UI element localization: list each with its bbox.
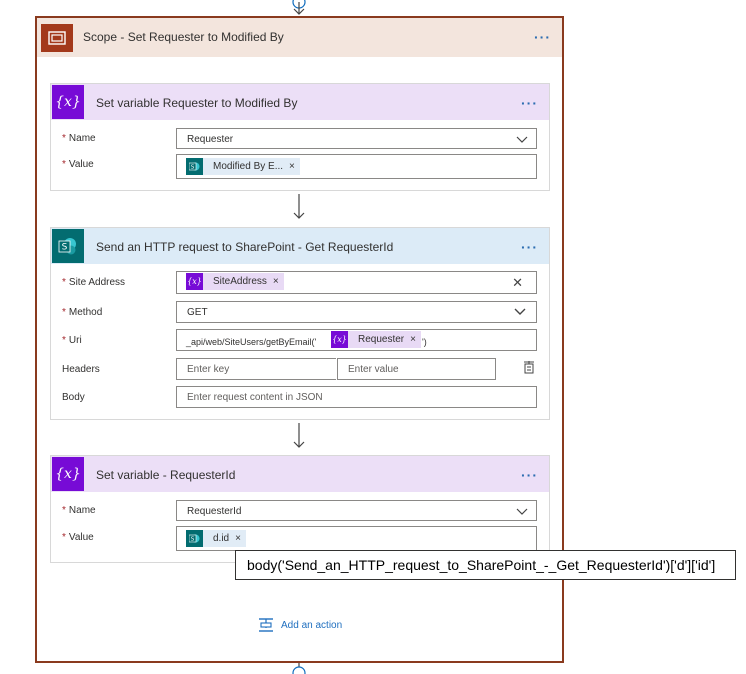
token-remove-icon[interactable]: × bbox=[410, 334, 421, 345]
token-remove-icon[interactable]: × bbox=[235, 533, 246, 544]
card-title: Set variable - RequesterId bbox=[96, 468, 236, 482]
switch-to-text-mode-icon[interactable] bbox=[523, 361, 535, 374]
uri-prefix-text: _api/web/SiteUsers/getByEmail(' bbox=[186, 337, 317, 347]
arrow-down-icon bbox=[293, 423, 305, 448]
expression-tooltip: body('Send_an_HTTP_request_to_SharePoint… bbox=[235, 550, 736, 580]
value-label: * Value bbox=[62, 159, 94, 170]
add-action-icon bbox=[259, 618, 273, 632]
value-input[interactable]: S Modified By E... × bbox=[176, 154, 537, 179]
method-value: GET bbox=[187, 307, 208, 318]
scope-header[interactable]: Scope - Set Requester to Modified By ··· bbox=[37, 18, 562, 57]
svg-text:S: S bbox=[62, 243, 68, 253]
scope-title: Scope - Set Requester to Modified By bbox=[83, 30, 284, 44]
name-dropdown[interactable]: Requester bbox=[176, 128, 537, 149]
card-header[interactable]: {x} Set variable - RequesterId ··· bbox=[51, 456, 549, 492]
add-action-label: Add an action bbox=[281, 619, 343, 631]
top-connector-icon bbox=[292, 0, 306, 15]
name-label: * Name bbox=[62, 505, 96, 516]
name-value: RequesterId bbox=[187, 506, 242, 517]
chevron-down-icon bbox=[516, 136, 528, 143]
headers-label: Headers bbox=[62, 364, 100, 375]
method-label: * Method bbox=[62, 307, 103, 318]
card-header[interactable]: {x} Set variable Requester to Modified B… bbox=[51, 84, 549, 120]
body-input[interactable]: Enter request content in JSON bbox=[176, 386, 537, 408]
uri-suffix-text: ') bbox=[422, 337, 427, 347]
dynamic-token-d-id[interactable]: S d.id × bbox=[186, 530, 246, 547]
variable-icon: {x} bbox=[52, 457, 84, 491]
sharepoint-icon: S bbox=[186, 158, 203, 175]
header-value-input[interactable]: Enter value bbox=[337, 358, 496, 380]
card-menu-button[interactable]: ··· bbox=[521, 96, 538, 110]
chevron-down-icon bbox=[514, 308, 526, 315]
card-menu-button[interactable]: ··· bbox=[521, 468, 538, 482]
uri-label: * Uri bbox=[62, 335, 82, 346]
value-label: * Value bbox=[62, 532, 94, 543]
add-action-button[interactable]: Add an action bbox=[258, 617, 342, 633]
token-remove-icon[interactable]: × bbox=[273, 276, 284, 287]
svg-text:S: S bbox=[191, 537, 195, 543]
chevron-down-icon bbox=[516, 508, 528, 515]
set-variable-requester-card: {x} Set variable Requester to Modified B… bbox=[50, 83, 550, 191]
bottom-connector-icon bbox=[292, 663, 306, 674]
body-label: Body bbox=[62, 392, 85, 403]
dynamic-token-modified-by[interactable]: S Modified By E... × bbox=[186, 158, 300, 175]
card-menu-button[interactable]: ··· bbox=[521, 240, 538, 254]
arrow-down-icon bbox=[293, 194, 305, 219]
name-label: * Name bbox=[62, 133, 96, 144]
variable-icon: {x} bbox=[186, 273, 203, 290]
uri-input[interactable]: _api/web/SiteUsers/getByEmail(' {x} Requ… bbox=[176, 329, 537, 351]
site-address-input[interactable]: {x} SiteAddress × ✕ bbox=[176, 271, 537, 294]
header-key-input[interactable]: Enter key bbox=[176, 358, 336, 380]
sharepoint-icon: S bbox=[52, 229, 84, 263]
name-dropdown[interactable]: RequesterId bbox=[176, 500, 537, 521]
card-header[interactable]: S Send an HTTP request to SharePoint - G… bbox=[51, 228, 549, 264]
dynamic-token-site-address[interactable]: {x} SiteAddress × bbox=[186, 273, 284, 290]
variable-icon: {x} bbox=[52, 85, 84, 119]
site-address-label: * Site Address bbox=[62, 277, 126, 288]
token-remove-icon[interactable]: × bbox=[289, 161, 300, 172]
name-value: Requester bbox=[187, 134, 234, 145]
svg-text:S: S bbox=[191, 165, 195, 171]
card-title: Set variable Requester to Modified By bbox=[96, 96, 298, 110]
dynamic-token-requester[interactable]: {x} Requester × bbox=[331, 331, 421, 348]
method-dropdown[interactable]: GET bbox=[176, 301, 537, 323]
clear-icon[interactable]: ✕ bbox=[512, 275, 523, 291]
scope-menu-button[interactable]: ··· bbox=[534, 30, 551, 44]
value-input[interactable]: S d.id × bbox=[176, 526, 537, 551]
sharepoint-icon: S bbox=[186, 530, 203, 547]
card-title: Send an HTTP request to SharePoint - Get… bbox=[96, 240, 394, 254]
variable-icon: {x} bbox=[331, 331, 348, 348]
set-variable-requesterid-card: {x} Set variable - RequesterId ··· * Name… bbox=[50, 455, 550, 563]
scope-icon bbox=[41, 24, 73, 52]
sharepoint-http-request-card: S Send an HTTP request to SharePoint - G… bbox=[50, 227, 550, 420]
